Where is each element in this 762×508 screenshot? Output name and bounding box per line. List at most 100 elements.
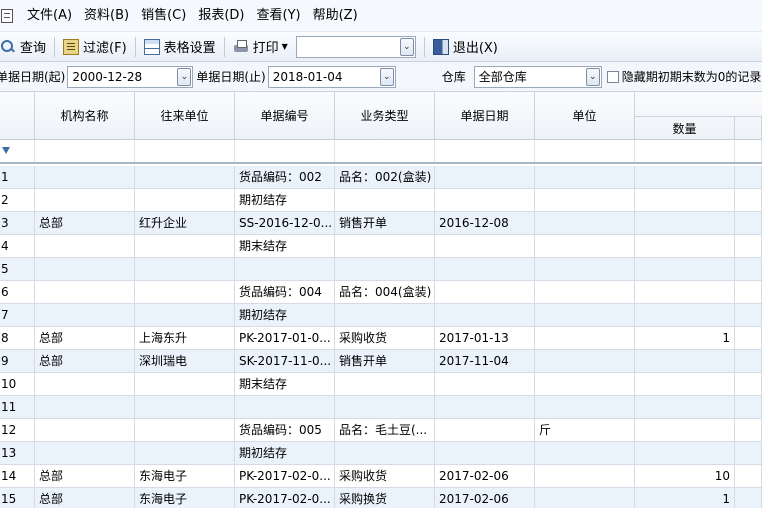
cell-extra[interactable] [735,235,762,257]
cell-biz-type[interactable] [335,442,435,464]
cell-unit[interactable] [535,166,635,188]
toolbar-combo[interactable]: ⌄ [295,35,416,58]
cell-extra[interactable] [735,258,762,280]
cell-org[interactable]: 总部 [35,327,135,349]
chevron-down-icon[interactable]: ⌄ [379,67,394,86]
cell-org[interactable] [35,373,135,395]
cell-doc-date[interactable] [435,396,535,418]
cell-org[interactable] [35,396,135,418]
cell-partner[interactable] [135,304,235,326]
table-settings-button[interactable]: 表格设置 [140,35,220,59]
cell-unit[interactable] [535,350,635,372]
cell-biz-type[interactable] [335,373,435,395]
cell-partner[interactable] [135,258,235,280]
cell-doc-no[interactable]: 期末结存 [235,373,335,395]
cell-biz-type[interactable] [335,189,435,211]
cell-partner[interactable]: 上海东升 [135,327,235,349]
cell-doc-no[interactable] [235,396,335,418]
cell-biz-type[interactable]: 销售开单 [335,350,435,372]
table-row[interactable]: 8 总部 上海东升 PK-2017-01-0... 采购收货 2017-01-13 1 [0,327,762,350]
cell-extra[interactable] [735,281,762,303]
cell-doc-date[interactable] [435,442,535,464]
column-header-doc-date[interactable]: 单据日期 [435,92,535,140]
cell-doc-date[interactable] [435,304,535,326]
cell-partner[interactable] [135,235,235,257]
cell-extra[interactable] [735,327,762,349]
cell-qty[interactable] [635,235,735,257]
cell-qty[interactable] [635,304,735,326]
cell-qty[interactable] [635,419,735,441]
funnel-icon[interactable] [2,147,10,154]
cell-biz-type[interactable]: 采购换货 [335,488,435,508]
cell-unit[interactable] [535,373,635,395]
date-from-picker[interactable]: 2000-12-28 ⌄ [67,65,194,88]
chevron-down-icon[interactable]: ⌄ [177,67,192,86]
cell-doc-date[interactable] [435,281,535,303]
cell-biz-type[interactable]: 采购收货 [335,327,435,349]
cell-biz-type[interactable]: 品名：004(盒装) [335,281,435,303]
cell-partner[interactable] [135,396,235,418]
cell-org[interactable] [35,304,135,326]
cell-doc-no[interactable]: PK-2017-02-0... [235,465,335,487]
cell-doc-date[interactable]: 2017-11-04 [435,350,535,372]
cell-extra[interactable] [735,166,762,188]
column-header-qty[interactable]: 数量 [635,116,735,140]
cell-doc-no[interactable]: 货品编码：004 [235,281,335,303]
cell-doc-date[interactable] [435,166,535,188]
menu-view[interactable]: 查看(Y) [251,5,307,27]
column-header-biz-type[interactable]: 业务类型 [335,92,435,140]
table-row[interactable]: 1 货品编码：002 品名：002(盒装) [0,166,762,189]
filter-cell[interactable] [535,140,635,162]
cell-extra[interactable] [735,488,762,508]
cell-unit[interactable] [535,189,635,211]
menu-reports[interactable]: 报表(D) [192,5,250,27]
cell-doc-date[interactable]: 2016-12-08 [435,212,535,234]
filter-cell[interactable] [35,140,135,162]
cell-unit[interactable] [535,304,635,326]
cell-qty[interactable] [635,166,735,188]
table-row[interactable]: 7 期初结存 [0,304,762,327]
cell-qty[interactable] [635,350,735,372]
filter-cell[interactable] [635,140,735,162]
filter-cell[interactable] [735,140,762,162]
menu-file[interactable]: 文件(A) [21,5,78,27]
cell-qty[interactable] [635,258,735,280]
checkbox-box[interactable] [606,70,619,83]
menu-help[interactable]: 帮助(Z) [307,5,364,27]
cell-unit[interactable] [535,442,635,464]
cell-doc-no[interactable]: SS-2016-12-0... [235,212,335,234]
cell-partner[interactable] [135,166,235,188]
cell-org[interactable]: 总部 [35,465,135,487]
table-row[interactable]: 11 [0,396,762,419]
cell-extra[interactable] [735,212,762,234]
column-header-unit[interactable]: 单位 [535,92,635,140]
cell-doc-no[interactable] [235,258,335,280]
column-header-partner[interactable]: 往来单位 [135,92,235,140]
chevron-down-icon[interactable]: ⌄ [399,37,414,56]
cell-extra[interactable] [735,419,762,441]
cell-org[interactable] [35,419,135,441]
cell-doc-no[interactable]: 期初结存 [235,442,335,464]
cell-org[interactable]: 总部 [35,212,135,234]
cell-qty[interactable] [635,396,735,418]
filter-cell[interactable] [335,140,435,162]
cell-extra[interactable] [735,189,762,211]
cell-doc-date[interactable] [435,258,535,280]
column-header-extra[interactable] [735,116,762,140]
cell-unit[interactable] [535,488,635,508]
cell-org[interactable] [35,258,135,280]
cell-doc-no[interactable]: 期初结存 [235,304,335,326]
table-row[interactable]: 12 货品编码：005 品名：毛土豆(... 斤 [0,419,762,442]
cell-doc-date[interactable] [435,373,535,395]
cell-biz-type[interactable] [335,235,435,257]
chevron-down-icon[interactable]: ⌄ [585,67,600,86]
cell-partner[interactable] [135,281,235,303]
table-row[interactable]: 2 期初结存 [0,189,762,212]
cell-doc-date[interactable]: 2017-02-06 [435,465,535,487]
table-row[interactable]: 4 期末结存 [0,235,762,258]
cell-doc-no[interactable]: 期初结存 [235,189,335,211]
cell-partner[interactable]: 红升企业 [135,212,235,234]
cell-unit[interactable] [535,212,635,234]
warehouse-select[interactable]: 全部仓库 ⌄ [473,65,602,88]
cell-biz-type[interactable]: 采购收货 [335,465,435,487]
